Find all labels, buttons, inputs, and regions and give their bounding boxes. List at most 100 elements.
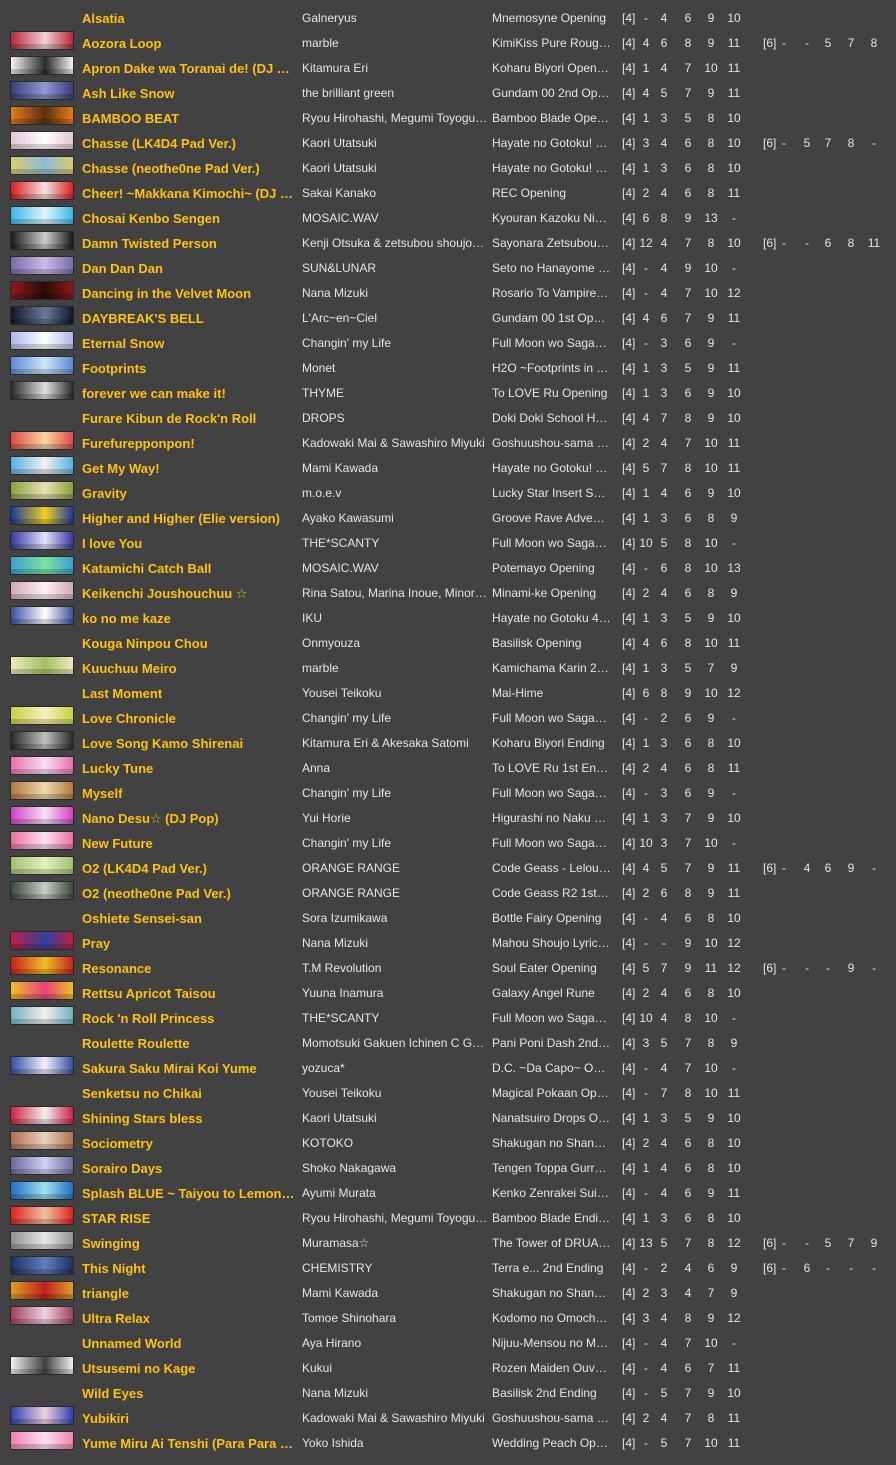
table-row: Utsusemi no Kage Kukui Rozen Maiden Ouve… (0, 1356, 896, 1381)
song-title[interactable]: Chasse (LK4D4 Pad Ver.) (82, 131, 297, 156)
song-title[interactable]: Dancing in the Velvet Moon (82, 281, 297, 306)
level-4key-5: - (732, 1061, 736, 1075)
level-4key-5: 12 (727, 286, 741, 300)
level-4key-1: 2 (642, 1411, 650, 1425)
level-4key-2: 4 (660, 1061, 668, 1075)
song-title[interactable]: Splash BLUE ~ Taiyou to Lemon Tea (82, 1181, 297, 1206)
song-title[interactable]: New Future (82, 831, 297, 856)
song-title[interactable]: Nano Desu☆ (DJ Pop) (82, 806, 297, 831)
level-4key-2: 4 (660, 1161, 668, 1175)
mode-4-key-label: [4] (622, 1311, 636, 1325)
song-title[interactable]: Sorairo Days (82, 1156, 297, 1181)
song-title[interactable]: O2 (LK4D4 Pad Ver.) (82, 856, 297, 881)
level-4key-4: 13 (704, 211, 718, 225)
song-banner-image (10, 356, 74, 375)
song-title[interactable]: triangle (82, 1281, 297, 1306)
song-title[interactable]: I love You (82, 531, 297, 556)
song-title[interactable]: Swinging (82, 1231, 297, 1256)
song-title[interactable]: Sociometry (82, 1131, 297, 1156)
song-title[interactable]: Yume Miru Ai Tenshi (Para Para Mix) (82, 1431, 297, 1456)
level-4key-3: 7 (684, 1236, 692, 1250)
song-title[interactable]: This Night (82, 1256, 297, 1281)
song-title[interactable]: Dan Dan Dan (82, 256, 297, 281)
song-title[interactable]: Rettsu Apricot Taisou (82, 981, 297, 1006)
level-4key-2: 4 (660, 911, 668, 925)
level-6key-2: - (805, 1236, 809, 1250)
song-title[interactable]: Eternal Snow (82, 331, 297, 356)
song-title[interactable]: Katamichi Catch Ball (82, 556, 297, 581)
mode-4-key-label: [4] (622, 536, 636, 550)
song-title[interactable]: Higher and Higher (Elie version) (82, 506, 297, 531)
song-artist: DROPS (302, 411, 345, 425)
song-artist: Nana Mizuki (302, 1386, 369, 1400)
song-title[interactable]: Damn Twisted Person (82, 231, 297, 256)
song-banner-image (10, 1106, 74, 1125)
song-title[interactable]: Love Chronicle (82, 706, 297, 731)
level-4key-3: 7 (684, 436, 692, 450)
song-artist: Muramasa☆ (302, 1236, 370, 1250)
song-title[interactable]: Shining Stars bless (82, 1106, 297, 1131)
song-title[interactable]: Furare Kibun de Rock'n Roll (82, 406, 297, 431)
song-title[interactable]: Love Song Kamo Shirenai (82, 731, 297, 756)
song-title[interactable]: Alsatia (82, 6, 297, 31)
song-title[interactable]: Wild Eyes (82, 1381, 297, 1406)
song-banner-image (10, 756, 74, 775)
song-title[interactable]: Furefurepponpon! (82, 431, 297, 456)
table-row: I love You THE*SCANTY Full Moon wo Sagas… (0, 531, 896, 556)
table-row: Cheer! ~Makkana Kimochi~ (DJ Pop) Sakai … (0, 181, 896, 206)
song-artist: Aya Hirano (302, 1336, 362, 1350)
song-title[interactable]: Myself (82, 781, 297, 806)
level-4key-3: 9 (684, 936, 692, 950)
level-4key-3: 7 (684, 1036, 692, 1050)
level-4key-2: 3 (660, 836, 668, 850)
song-title[interactable]: Unnamed World (82, 1331, 297, 1356)
song-title[interactable]: Pray (82, 931, 297, 956)
song-banner-image (10, 656, 74, 675)
level-4key-5: 9 (730, 1036, 738, 1050)
level-4key-2: 3 (660, 786, 668, 800)
level-4key-4: 9 (707, 11, 715, 25)
song-title[interactable]: O2 (neothe0ne Pad Ver.) (82, 881, 297, 906)
song-title[interactable]: Apron Dake wa Toranai de! (DJ Pop) (82, 56, 297, 81)
song-title[interactable]: Yubikiri (82, 1406, 297, 1431)
level-4key-3: 4 (684, 1286, 692, 1300)
level-4key-5: 10 (727, 161, 741, 175)
level-4key-3: 7 (684, 311, 692, 325)
song-title[interactable]: Keikenchi Joushouchuu ☆ (82, 581, 297, 606)
table-row: Ultra Relax Tomoe Shinohara Kodomo no Om… (0, 1306, 896, 1331)
song-title[interactable]: Resonance (82, 956, 297, 981)
song-title[interactable]: BAMBOO BEAT (82, 106, 297, 131)
level-4key-2: 4 (660, 236, 668, 250)
song-title[interactable]: Oshiete Sensei-san (82, 906, 297, 931)
table-row: DAYBREAK'S BELL L'Arc~en~Ciel Gundam 00 … (0, 306, 896, 331)
song-source: Koharu Biyori Opening (492, 61, 611, 75)
level-4key-1: 1 (642, 486, 650, 500)
song-title[interactable]: STAR RISE (82, 1206, 297, 1231)
song-title[interactable]: Cheer! ~Makkana Kimochi~ (DJ Pop) (82, 181, 297, 206)
song-title[interactable]: Senketsu no Chikai (82, 1081, 297, 1106)
song-title[interactable]: Ash Like Snow (82, 81, 297, 106)
song-title[interactable]: Ultra Relax (82, 1306, 297, 1331)
song-title[interactable]: ko no me kaze (82, 606, 297, 631)
song-title[interactable]: Utsusemi no Kage (82, 1356, 297, 1381)
song-title[interactable]: Rock 'n Roll Princess (82, 1006, 297, 1031)
song-title[interactable]: Last Moment (82, 681, 297, 706)
level-6key-4: 7 (847, 36, 855, 50)
song-title[interactable]: Get My Way! (82, 456, 297, 481)
song-title[interactable]: Gravity (82, 481, 297, 506)
song-title[interactable]: forever we can make it! (82, 381, 297, 406)
song-title[interactable]: Kuuchuu Meiro (82, 656, 297, 681)
song-title[interactable]: Chosai Kenbo Sengen (82, 206, 297, 231)
song-title[interactable]: Kouga Ninpou Chou (82, 631, 297, 656)
song-title[interactable]: Lucky Tune (82, 756, 297, 781)
song-title[interactable]: DAYBREAK'S BELL (82, 306, 297, 331)
song-title[interactable]: Roulette Roulette (82, 1031, 297, 1056)
level-4key-3: 7 (684, 861, 692, 875)
song-title[interactable]: Sakura Saku Mirai Koi Yume (82, 1056, 297, 1081)
song-title[interactable]: Chasse (neothe0ne Pad Ver.) (82, 156, 297, 181)
level-4key-4: 9 (707, 386, 715, 400)
song-source: Potemayo Opening (492, 561, 595, 575)
song-title[interactable]: Footprints (82, 356, 297, 381)
song-title[interactable]: Aozora Loop (82, 31, 297, 56)
level-4key-1: 10 (639, 836, 653, 850)
